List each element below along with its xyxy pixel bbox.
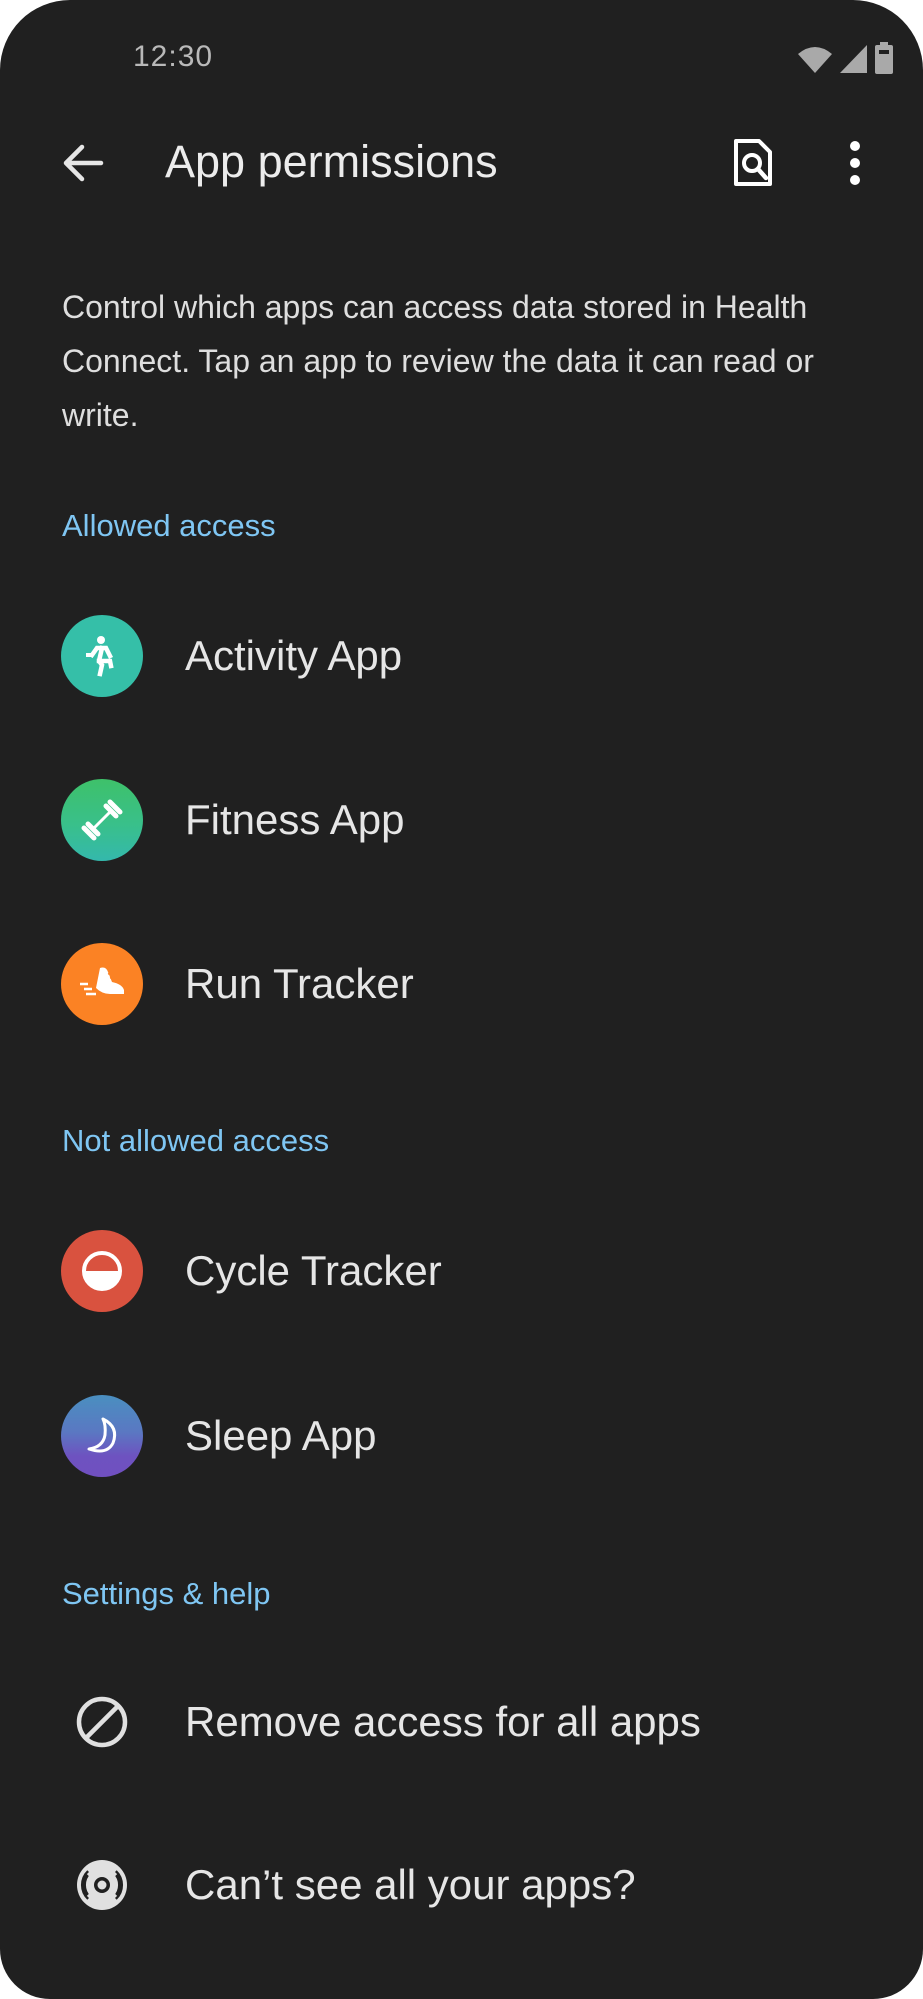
settings-item-label: Remove access for all apps bbox=[185, 1698, 701, 1745]
more-options-button[interactable] bbox=[824, 134, 886, 196]
app-name: Activity App bbox=[185, 632, 403, 679]
section-header-allowed: Allowed access bbox=[62, 508, 276, 543]
section-header-settings: Settings & help bbox=[62, 1576, 271, 1611]
sneaker-icon bbox=[61, 943, 143, 1025]
back-button[interactable] bbox=[52, 134, 114, 196]
moon-icon bbox=[61, 1395, 143, 1477]
wifi-icon bbox=[797, 46, 833, 79]
cant-see-apps-button[interactable]: Can’t see all your apps? bbox=[0, 1815, 923, 1955]
battery-icon bbox=[875, 42, 893, 79]
cell-signal-icon bbox=[839, 44, 869, 79]
document-search-icon bbox=[732, 138, 774, 193]
page-title: App permissions bbox=[165, 136, 498, 187]
running-person-icon bbox=[61, 615, 143, 697]
page-description: Control which apps can access data store… bbox=[62, 289, 814, 433]
app-name: Fitness App bbox=[185, 796, 405, 843]
lifebuoy-icon bbox=[61, 1844, 143, 1926]
back-arrow-icon bbox=[61, 141, 105, 190]
app-row-run-tracker[interactable]: Run Tracker bbox=[0, 914, 923, 1054]
block-icon bbox=[61, 1681, 143, 1763]
app-name: Run Tracker bbox=[185, 960, 414, 1007]
remove-access-all-apps-button[interactable]: Remove access for all apps bbox=[0, 1652, 923, 1792]
status-time: 12:30 bbox=[133, 40, 214, 73]
more-vert-icon bbox=[849, 140, 861, 190]
dumbbell-icon bbox=[61, 779, 143, 861]
app-row-fitness-app[interactable]: Fitness App bbox=[0, 750, 923, 890]
app-row-cycle-tracker[interactable]: Cycle Tracker bbox=[0, 1201, 923, 1341]
app-name: Cycle Tracker bbox=[185, 1247, 442, 1294]
phone-screen: 12:30 App permissions Control which apps… bbox=[0, 0, 923, 1999]
app-row-sleep-app[interactable]: Sleep App bbox=[0, 1366, 923, 1506]
search-button[interactable] bbox=[722, 134, 784, 196]
app-name: Sleep App bbox=[185, 1412, 377, 1459]
settings-item-label: Can’t see all your apps? bbox=[185, 1861, 636, 1908]
status-icons bbox=[797, 42, 893, 79]
half-circle-icon bbox=[61, 1230, 143, 1312]
app-row-activity-app[interactable]: Activity App bbox=[0, 586, 923, 726]
section-header-not-allowed: Not allowed access bbox=[62, 1123, 330, 1158]
